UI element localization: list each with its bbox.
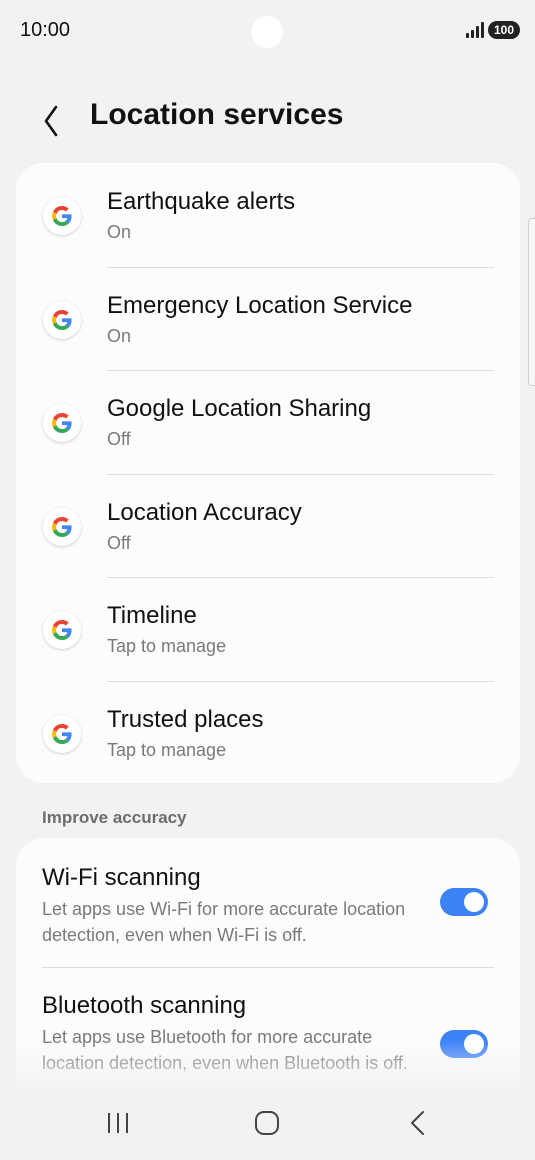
service-status: Off	[107, 429, 131, 449]
scrollbar[interactable]	[528, 218, 535, 386]
service-title: Google Location Sharing	[107, 395, 372, 422]
home-icon	[255, 1111, 279, 1135]
service-status: Tap to manage	[107, 739, 227, 760]
service-status: Tap to manage	[107, 636, 227, 656]
section-header-improve-accuracy: Improve accuracy	[42, 808, 187, 827]
wifi-scanning-toggle[interactable]	[440, 888, 488, 916]
phone-screen: 10:00 100 Location services Earthquake a…	[0, 0, 535, 1160]
back-button[interactable]	[34, 94, 74, 138]
service-status: Off	[107, 532, 131, 553]
wifi-scanning-title: Wi-Fi scanning	[42, 864, 201, 891]
service-item[interactable]: Earthquake alerts On	[16, 163, 520, 267]
service-item[interactable]: Trusted places Tap to manage	[16, 681, 520, 784]
recents-button[interactable]	[88, 1100, 148, 1148]
services-card: Earthquake alerts On Emergency Location Se…	[16, 163, 520, 783]
status-bar: 10:00 100	[0, 0, 535, 62]
bluetooth-scanning-title: Bluetooth scanning	[42, 992, 247, 1019]
nav-back-button[interactable]	[388, 1100, 448, 1148]
navigation-bar	[0, 1100, 535, 1148]
service-item[interactable]: Emergency Location Service On	[16, 267, 520, 371]
battery-icon: 100	[488, 21, 521, 39]
chevron-left-icon	[44, 105, 58, 137]
service-title: Location Accuracy	[107, 498, 302, 526]
toggle-knob	[464, 892, 484, 912]
status-time: 10:00	[20, 19, 71, 41]
service-item[interactable]: Location Accuracy Off	[16, 474, 520, 578]
service-status: On	[107, 222, 132, 242]
page-title: Location services	[90, 98, 344, 131]
google-g-icon	[43, 300, 81, 339]
google-g-icon	[43, 507, 81, 546]
wifi-scanning-item[interactable]: Wi-Fi scanning Let apps use Wi-Fi for mo…	[16, 838, 520, 966]
service-status: On	[107, 325, 132, 346]
service-title: Trusted places	[107, 705, 264, 733]
recents-icon	[108, 1113, 128, 1133]
signal-icon	[466, 22, 484, 38]
service-title: Timeline	[107, 602, 197, 629]
camera-cutout	[251, 16, 283, 48]
google-g-icon	[43, 404, 81, 442]
service-item[interactable]: Timeline Tap to manage	[16, 577, 520, 681]
service-title: Emergency Location Service	[107, 291, 413, 319]
wifi-scanning-description: Let apps use Wi-Fi for more accurate loc…	[42, 899, 406, 945]
google-g-icon	[43, 611, 81, 649]
service-title: Earthquake alerts	[107, 188, 296, 215]
google-g-icon	[43, 197, 81, 235]
google-g-icon	[43, 714, 81, 753]
back-icon	[411, 1111, 424, 1135]
app-bar: Location services	[0, 88, 535, 144]
service-item[interactable]: Google Location Sharing Off	[16, 370, 520, 474]
home-button[interactable]	[237, 1100, 297, 1148]
